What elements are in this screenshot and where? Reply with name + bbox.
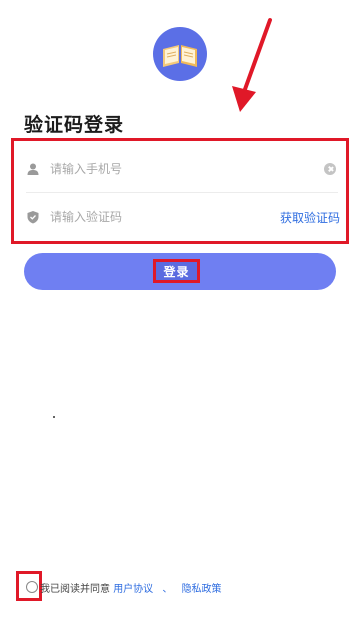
code-row: 获取验证码 [26, 193, 340, 241]
clear-icon[interactable] [324, 163, 336, 175]
phone-input[interactable] [50, 159, 324, 179]
get-code-button[interactable]: 获取验证码 [280, 209, 340, 226]
user-agreement-link[interactable]: 用户协议 [113, 584, 153, 595]
privacy-policy-link[interactable]: 隐私政策 [182, 584, 222, 595]
code-input[interactable] [50, 207, 280, 227]
shield-icon [27, 211, 39, 224]
red-arrow-icon [232, 18, 272, 112]
agreement-checkbox[interactable] [26, 581, 38, 593]
page-title: 验证码登录 [24, 114, 125, 136]
login-button-label: 登录 [163, 264, 190, 279]
phone-row [26, 145, 338, 193]
login-form: 获取验证码 [11, 138, 349, 244]
agreement-prefix: 我已阅读并同意 [40, 584, 110, 595]
login-label-highlight[interactable]: 登录 [153, 259, 200, 283]
app-logo [153, 27, 207, 81]
stray-dot [53, 416, 55, 418]
user-icon [27, 163, 39, 175]
agreement-separator: 、 [162, 584, 173, 595]
agreement-text: 我已阅读并同意 用户协议 、 隐私政策 [40, 580, 222, 595]
book-icon [163, 45, 197, 67]
